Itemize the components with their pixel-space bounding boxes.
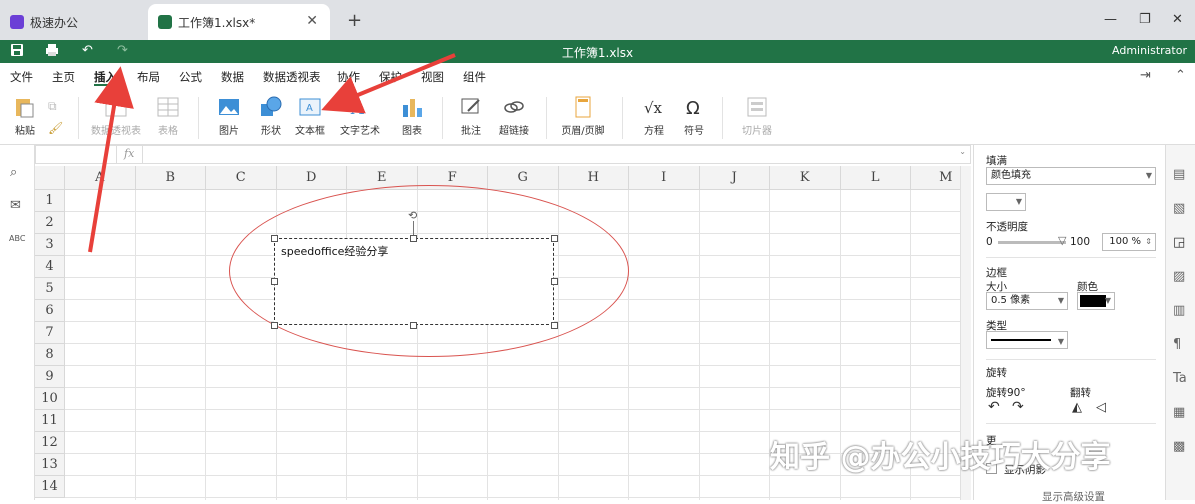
advanced-settings-link[interactable]: 显示高级设置 [1042,489,1105,504]
slider-thumb-icon[interactable]: ▽ [1058,234,1066,247]
fill-type-value: 颜色填充 [991,170,1031,181]
flip-label: 翻转 [1070,387,1091,399]
flip-vertical-icon[interactable]: ◁ [1096,400,1106,415]
arrow-to-textbox-button [321,53,456,114]
flip-horizontal-icon[interactable]: ◭ [1072,400,1082,415]
rotate90-label: 旋转90° [986,387,1026,399]
right-icon-strip: ▤ ▧ ◲ ▨ ▥ ¶ Ta ▦ ▩ [1165,145,1195,500]
chart-settings-icon[interactable]: ▥ [1173,303,1185,318]
cell-settings-icon[interactable]: ▤ [1173,167,1185,182]
opacity-min: 0 [986,236,993,248]
pivot-settings-icon[interactable]: ▩ [1173,439,1185,454]
fill-type-select[interactable]: 颜色填充 ▼ [986,167,1156,185]
opacity-value: 100 % [1109,236,1141,247]
paragraph-icon[interactable]: ¶ [1173,337,1181,352]
picture-settings-icon[interactable]: ▨ [1173,269,1185,284]
rotate-ccw-icon[interactable]: ↶ [988,399,1000,415]
arrow-to-insert-menu [88,66,134,253]
text-art-icon[interactable]: Ta [1173,371,1187,386]
rotate-cw-icon[interactable]: ↷ [1012,399,1024,415]
rotate-title: 旋转 [986,367,1007,379]
opacity-input[interactable]: 100 % ⇕ [1102,233,1156,251]
border-color-picker[interactable]: ▼ [1077,292,1115,310]
opacity-slider[interactable] [998,241,1066,244]
border-size-value: 0.5 像素 [991,295,1031,306]
border-type-select[interactable]: ▼ [986,331,1068,349]
opacity-max: 100 [1070,236,1091,248]
table-settings-icon[interactable]: ▦ [1173,405,1185,420]
fill-title: 填满 [986,155,1007,167]
fill-color-picker[interactable]: ▼ [986,193,1026,211]
border-title: 边框 [986,267,1007,279]
shape-settings-icon[interactable]: ◲ [1173,235,1185,250]
opacity-title: 不透明度 [986,221,1028,233]
border-size-select[interactable]: 0.5 像素 ▼ [986,292,1068,310]
image-settings-icon[interactable]: ▧ [1173,201,1185,216]
watermark: 知乎 @办公小技巧大分享 [770,440,1111,475]
